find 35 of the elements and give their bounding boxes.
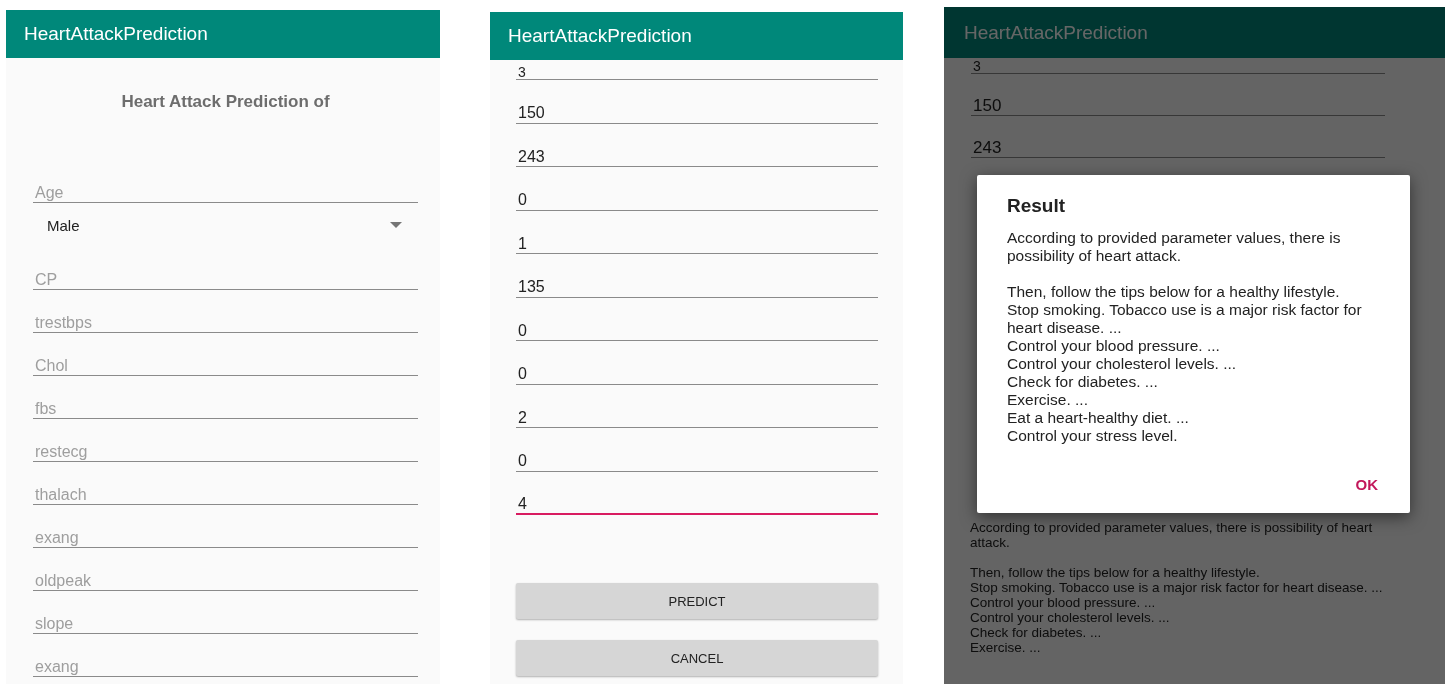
input-field[interactable]: 0 — [516, 321, 878, 341]
input-field[interactable]: oldpeak — [33, 571, 418, 591]
gender-dropdown[interactable]: Male — [33, 216, 418, 234]
input-field[interactable]: 150 — [516, 103, 878, 124]
input-field[interactable]: exang — [33, 528, 418, 548]
input-field[interactable]: 0 — [516, 451, 878, 472]
input-field[interactable]: 0 — [516, 364, 878, 385]
input-field[interactable]: thalach — [33, 485, 418, 505]
action-button[interactable]: PREDICT — [516, 583, 878, 619]
app-title: HeartAttackPrediction — [508, 25, 692, 47]
input-field[interactable]: 3 — [516, 64, 878, 80]
input-field[interactable]: slope — [33, 614, 418, 634]
dialog-message: According to provided parameter values, there is possibility of heart attack. Then, follow the tips below for a healthy lifestyle. Stop smoking. Tobacco use is a major risk factor for heart disease. ... Control your blood pressure. ... Control your cholesterol levels. ... Check for diabetes. ... Exercise. ... Eat a heart-healthy diet. ... Control your stress level. — [1007, 229, 1363, 445]
input-field[interactable]: Chol — [33, 356, 418, 376]
result-text: Then, follow the tips below for a healthy lifestyle. Stop smoking. Tobacco use is a major risk factor for heart disease. ... Control your blood pressure. ... Control your cholesterol levels. ... Check for diabetes. ... Exercise. ... — [970, 565, 1384, 655]
input-field[interactable]: trestbps — [33, 313, 418, 333]
form-heading: Heart Attack Prediction of — [120, 91, 331, 113]
input-field[interactable]: 1 — [516, 234, 878, 254]
input-field[interactable]: Age — [33, 183, 418, 203]
input-field[interactable]: 2 — [516, 408, 878, 428]
input-field[interactable]: 4 — [516, 495, 878, 515]
input-field[interactable]: exang — [33, 657, 418, 677]
input-field[interactable]: CP — [33, 270, 418, 290]
input-field[interactable]: restecg — [33, 442, 418, 462]
app-title: HeartAttackPrediction — [24, 23, 208, 45]
caret-icon — [390, 222, 402, 228]
action-button[interactable]: CANCEL — [516, 640, 878, 676]
input-field[interactable]: fbs — [33, 399, 418, 419]
dialog-title: Result — [1007, 195, 1067, 217]
ok-button[interactable]: OK — [1347, 472, 1386, 497]
input-field[interactable]: 135 — [516, 277, 878, 298]
input-field[interactable]: 243 — [516, 147, 878, 167]
app-title: HeartAttackPrediction — [964, 21, 1148, 44]
result-text: According to provided parameter values, there is possibility of heart attack. — [970, 520, 1374, 550]
input-field[interactable]: 0 — [516, 190, 878, 211]
